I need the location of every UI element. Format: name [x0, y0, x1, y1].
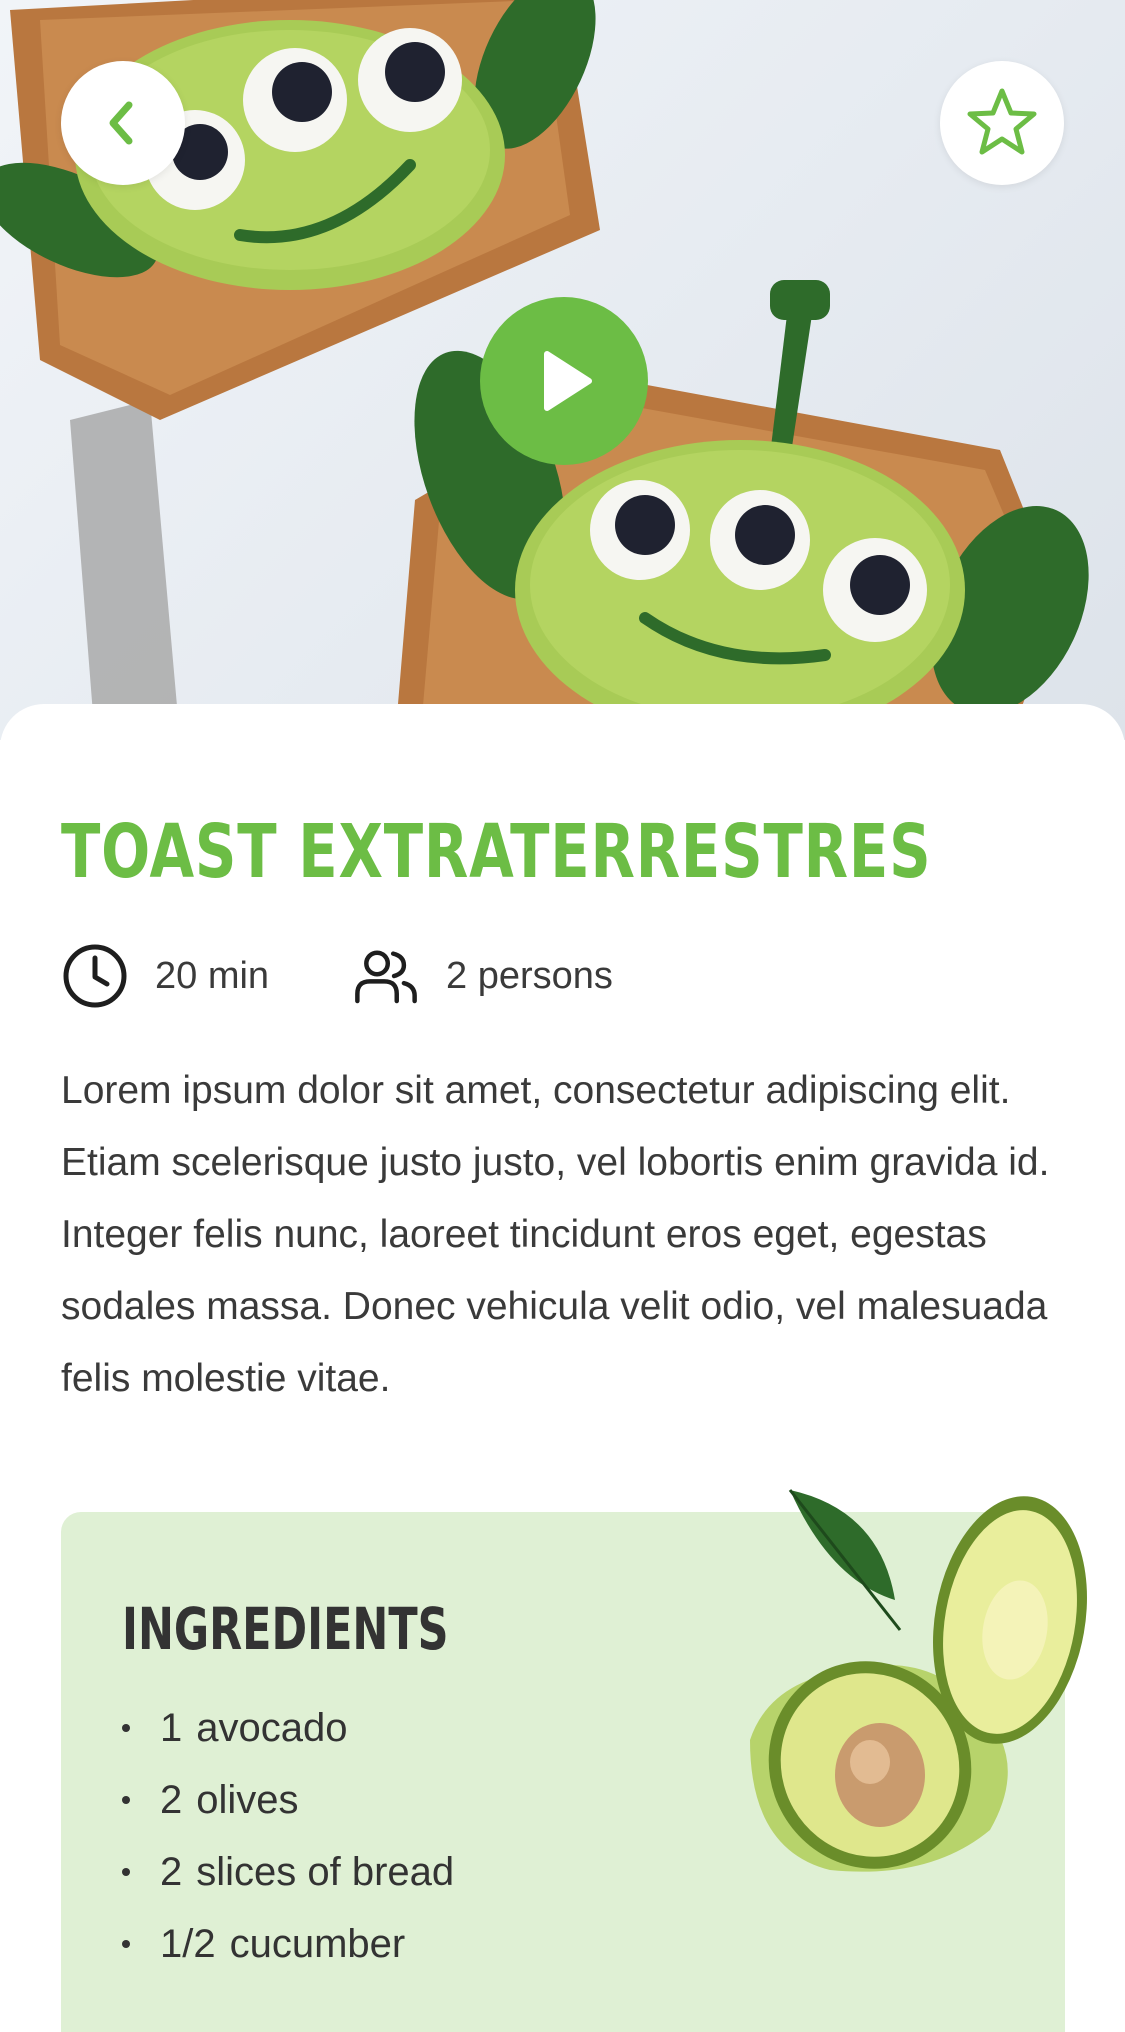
servings-label: 2 persons	[446, 954, 613, 997]
ingredient-qty: 2	[160, 1850, 183, 1894]
bullet	[122, 1796, 130, 1804]
bullet	[122, 1940, 130, 1948]
favorite-button[interactable]	[940, 61, 1064, 185]
prep-time: 20 min	[61, 940, 269, 1012]
ingredient-qty: 1	[160, 1706, 183, 1750]
ingredient-name: olives	[196, 1778, 299, 1822]
play-icon	[544, 351, 592, 411]
list-item: 1 avocado	[122, 1692, 454, 1764]
ingredient-name: slices of bread	[196, 1850, 455, 1894]
ingredients-title: INGREDIENTS	[122, 1595, 449, 1663]
ingredient-qty: 1/2	[160, 1922, 216, 1966]
star-outline-icon	[967, 88, 1037, 155]
recipe-description: Lorem ipsum dolor sit amet, consectetur …	[61, 1069, 1050, 1400]
avocado-illustration	[750, 1489, 1087, 1872]
list-item: 2 slices of bread	[122, 1836, 454, 1908]
chevron-left-icon	[109, 101, 133, 145]
play-video-button[interactable]	[480, 297, 648, 465]
list-item: 1/2 cucumber	[122, 1908, 454, 1980]
servings: 2 persons	[352, 940, 613, 1012]
recipe-title: TOAST EXTRATERRESTRES	[61, 809, 932, 895]
bullet	[122, 1724, 130, 1732]
back-button[interactable]	[61, 61, 185, 185]
list-item: 2 olives	[122, 1764, 454, 1836]
ingredient-name: cucumber	[229, 1922, 406, 1966]
recipe-hero-image	[0, 0, 1125, 740]
users-icon	[352, 942, 420, 1010]
ingredient-name: avocado	[196, 1706, 348, 1750]
ingredient-qty: 2	[160, 1778, 183, 1822]
bullet	[122, 1868, 130, 1876]
ingredients-list: 1 avocado 2 olives 2 slices of bread 1/2…	[122, 1692, 454, 1980]
clock-icon	[61, 942, 129, 1010]
prep-time-label: 20 min	[155, 954, 270, 997]
